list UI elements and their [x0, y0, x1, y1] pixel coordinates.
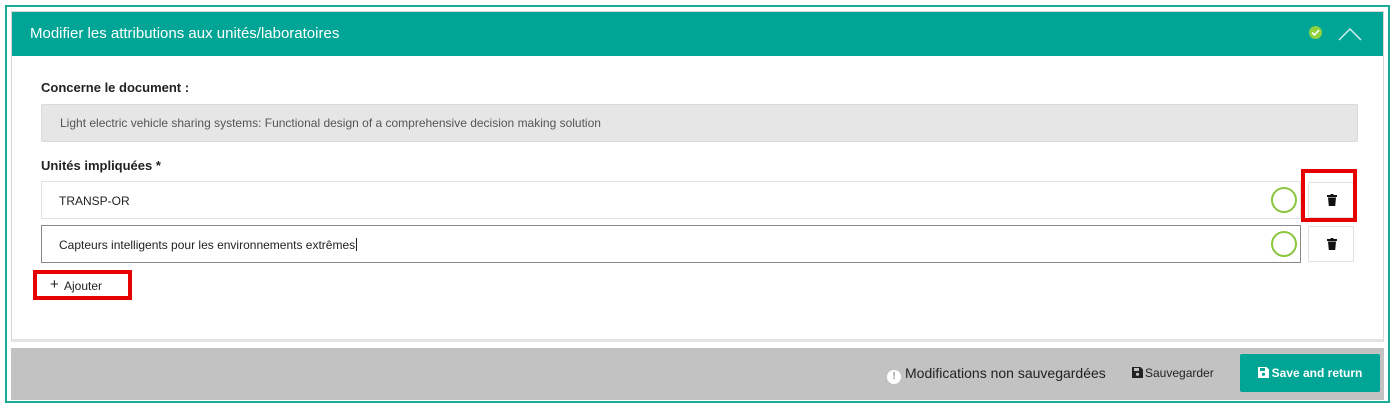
panel-header[interactable]: Modifier les attributions aux unités/lab…: [12, 12, 1383, 56]
panel-title: Modifier les attributions aux unités/lab…: [30, 25, 340, 42]
unit-input-1[interactable]: TRANSP-OR: [41, 181, 1301, 219]
unsaved-text: Modifications non sauvegardées: [905, 365, 1106, 381]
save-and-return-button[interactable]: Save and return: [1240, 354, 1380, 392]
unit-input-2[interactable]: Capteurs intelligents pour les environne…: [41, 225, 1301, 263]
add-unit-label: Ajouter: [64, 279, 103, 293]
unit-value: Capteurs intelligents pour les environne…: [59, 238, 356, 252]
delete-unit-button-2[interactable]: [1308, 226, 1354, 262]
edit-attributions-window: Modifier les attributions aux unités/lab…: [5, 5, 1390, 403]
save-button[interactable]: Sauvegarder: [1132, 366, 1214, 380]
highlight-box-delete: [1301, 169, 1357, 222]
floppy-disk-icon: [1257, 367, 1269, 378]
save-and-return-label: Save and return: [1271, 366, 1363, 380]
chevron-up-icon[interactable]: [1337, 26, 1363, 42]
units-label: Unités impliquées *: [41, 158, 161, 173]
status-ring-icon: [1271, 231, 1297, 257]
add-unit-button[interactable]: + Ajouter: [33, 270, 132, 300]
text-caret: [356, 238, 358, 251]
document-field: Light electric vehicle sharing systems: …: [41, 104, 1358, 142]
plus-icon: +: [50, 276, 59, 293]
attributions-panel: Modifier les attributions aux unités/lab…: [11, 11, 1384, 342]
unsaved-status: ! Modifications non sauvegardées: [887, 365, 1106, 384]
check-circle-icon: [1309, 26, 1322, 39]
trash-icon: [1327, 238, 1337, 250]
unit-value: TRANSP-OR: [59, 194, 130, 208]
document-label: Concerne le document :: [41, 80, 190, 95]
warning-icon: !: [887, 370, 901, 384]
save-label: Sauvegarder: [1145, 366, 1214, 380]
status-ring-icon: [1271, 187, 1297, 213]
floppy-disk-icon: [1132, 367, 1143, 378]
action-footer: ! Modifications non sauvegardées Sauvegar…: [11, 348, 1384, 400]
